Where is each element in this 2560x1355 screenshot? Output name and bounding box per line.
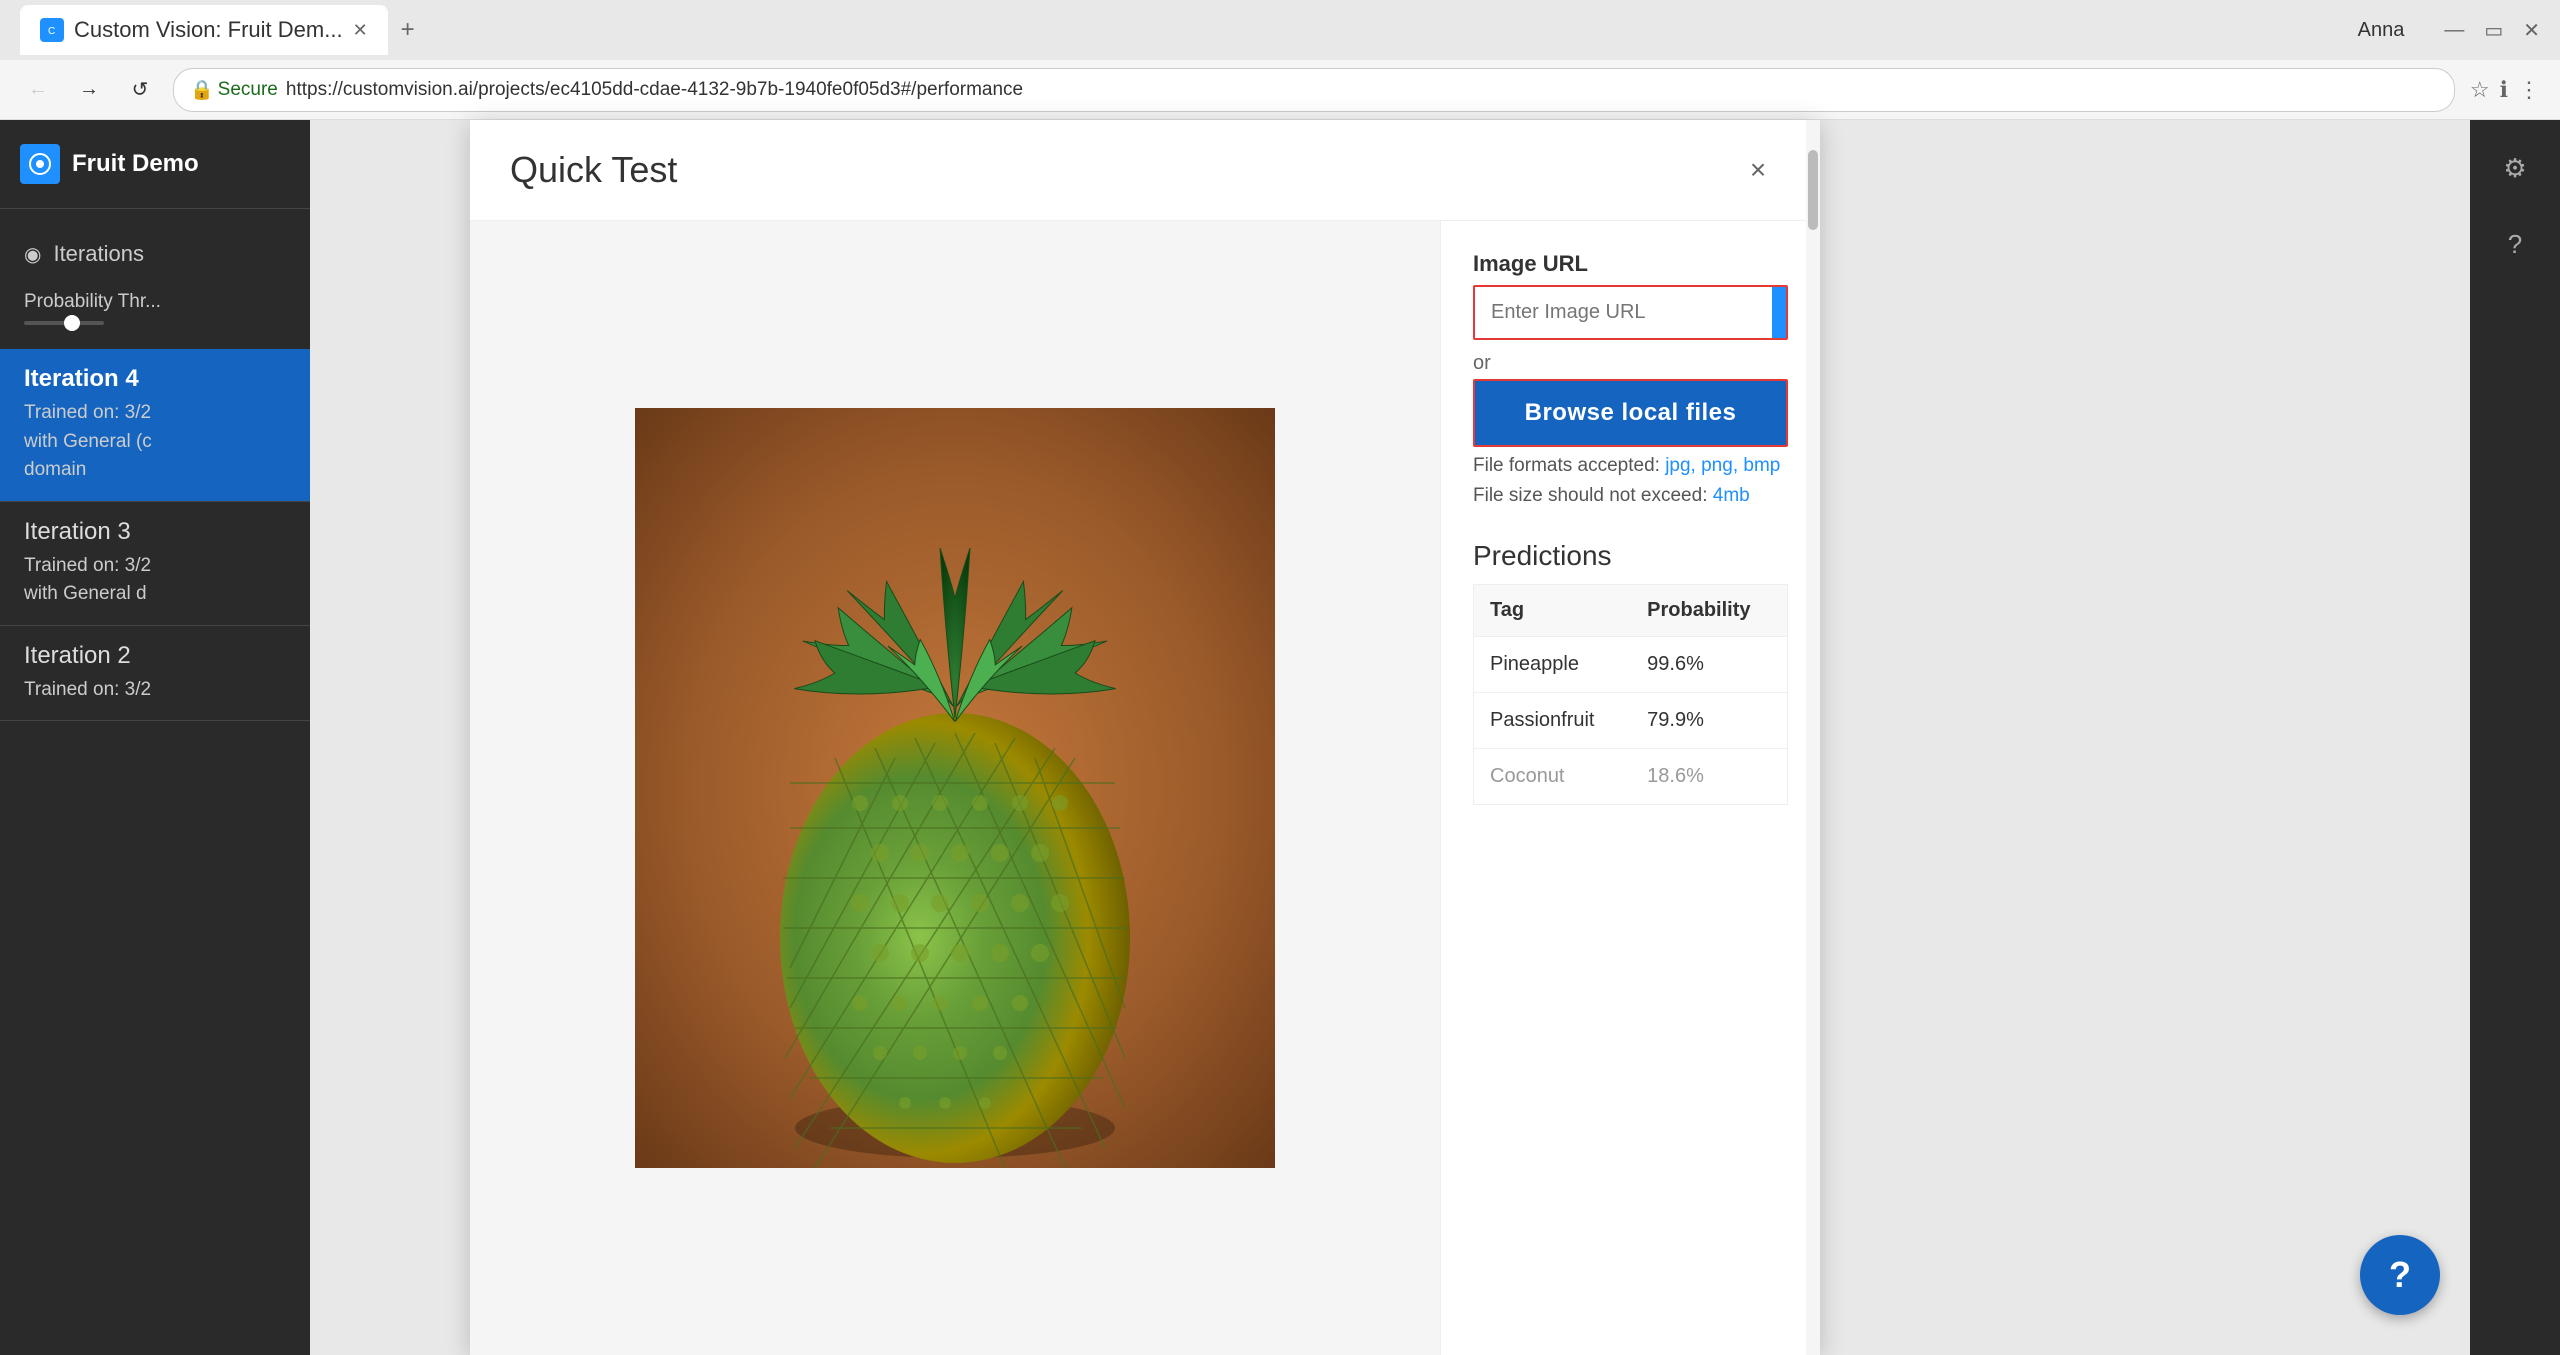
help-icon-button[interactable]: ?: [2487, 216, 2543, 272]
iteration4-detail: Trained on: 3/2 with General (c domain: [24, 399, 286, 485]
settings-icon-button[interactable]: ⚙: [2487, 140, 2543, 196]
help-button[interactable]: ?: [2360, 1235, 2440, 1315]
predictions-scrollbar[interactable]: [1806, 221, 1820, 1355]
image-url-input[interactable]: [1475, 287, 1772, 338]
sidebar-item-iteration4[interactable]: Iteration 4 Trained on: 3/2 with General…: [0, 349, 310, 502]
toolbar-icons: ☆ ℹ ⋮: [2470, 77, 2540, 103]
url-submit-button[interactable]: →: [1772, 287, 1788, 338]
prediction-row: Pineapple99.6%: [1474, 636, 1787, 692]
minimize-button[interactable]: —: [2444, 19, 2464, 42]
app-container: Fruit Demo ◉ Iterations Probability Thr.…: [0, 120, 2560, 1355]
prediction-probability: 99.6%: [1631, 636, 1787, 692]
user-name: Anna: [2358, 19, 2405, 42]
address-bar[interactable]: 🔒 Secure https://customvision.ai/project…: [173, 68, 2455, 112]
back-button[interactable]: ←: [20, 72, 56, 108]
probability-column-header: Probability: [1631, 585, 1787, 637]
reload-button[interactable]: ↺: [122, 72, 158, 108]
sidebar-project-title: Fruit Demo: [72, 150, 199, 178]
browser-titlebar: C Custom Vision: Fruit Dem... ✕ + Anna —…: [0, 0, 2560, 60]
sidebar-item-iteration3[interactable]: Iteration 3 Trained on: 3/2 with General…: [0, 502, 310, 626]
bookmark-icon[interactable]: ☆: [2470, 77, 2490, 103]
forward-button[interactable]: →: [71, 72, 107, 108]
image-url-label: Image URL: [1473, 251, 1788, 277]
predictions-section: Predictions Tag Probability: [1473, 540, 1788, 1325]
file-formats-link[interactable]: jpg, png, bmp: [1665, 455, 1780, 476]
sidebar: Fruit Demo ◉ Iterations Probability Thr.…: [0, 120, 310, 1355]
probability-slider[interactable]: [24, 321, 104, 325]
predictions-header-row: Tag Probability: [1474, 585, 1787, 637]
main-content: Quick Test ×: [310, 120, 2560, 1355]
modal-body: Image URL → or Browse local files: [470, 221, 1820, 1355]
prediction-row: Coconut18.6%: [1474, 748, 1787, 804]
iteration3-detail: Trained on: 3/2 with General d: [24, 552, 286, 609]
scrollbar-thumb: [1808, 221, 1818, 230]
sidebar-item-iteration2[interactable]: Iteration 2 Trained on: 3/2: [0, 626, 310, 722]
predictions-scroll[interactable]: Tag Probability Pineapple99.6%Passionfru…: [1473, 584, 1788, 805]
browser-toolbar: ← → ↺ 🔒 Secure https://customvision.ai/p…: [0, 60, 2560, 120]
prediction-tag: Passionfruit: [1474, 692, 1631, 748]
predictions-title: Predictions: [1473, 540, 1788, 572]
info-icon[interactable]: ℹ: [2500, 77, 2508, 103]
modal-close-button[interactable]: ×: [1736, 148, 1780, 192]
url-input-container: →: [1473, 285, 1788, 340]
browse-local-files-button[interactable]: Browse local files: [1473, 379, 1788, 447]
tag-column-header: Tag: [1474, 585, 1631, 637]
prediction-row: Passionfruit79.9%: [1474, 692, 1787, 748]
file-info: File formats accepted: jpg, png, bmp Fil…: [1473, 451, 1788, 512]
iterations-label: Iterations: [53, 241, 144, 267]
right-panel: Image URL → or Browse local files: [1440, 221, 1820, 1355]
probability-threshold-section: Probability Thr...: [0, 283, 310, 333]
iteration4-name: Iteration 4: [24, 365, 286, 393]
sidebar-logo: [20, 144, 60, 184]
browser-tabs: C Custom Vision: Fruit Dem... ✕ +: [20, 5, 428, 55]
prediction-tag: Coconut: [1474, 748, 1631, 804]
sidebar-right-panel: ⚙ ?: [2470, 120, 2560, 1355]
probability-label: Probability Thr...: [24, 291, 161, 312]
predictions-table: Tag Probability Pineapple99.6%Passionfru…: [1474, 585, 1787, 804]
pineapple-image: [635, 408, 1275, 1168]
tab-close-button[interactable]: ✕: [353, 20, 368, 41]
tab-title: Custom Vision: Fruit Dem...: [74, 17, 343, 43]
url-text: https://customvision.ai/projects/ec4105d…: [286, 79, 1023, 101]
browser-chrome: C Custom Vision: Fruit Dem... ✕ + Anna —…: [0, 0, 2560, 120]
sidebar-item-iterations[interactable]: ◉ Iterations: [0, 225, 310, 283]
menu-icon[interactable]: ⋮: [2518, 77, 2540, 103]
window-controls: Anna — ▭ ✕: [2358, 18, 2540, 43]
iterations-icon: ◉: [24, 242, 41, 267]
image-panel: [470, 221, 1440, 1355]
prediction-probability: 79.9%: [1631, 692, 1787, 748]
sidebar-nav: ◉ Iterations Probability Thr...: [0, 209, 310, 349]
slider-thumb: [64, 315, 80, 331]
browser-tab-active[interactable]: C Custom Vision: Fruit Dem... ✕: [20, 5, 388, 55]
modal-title: Quick Test: [510, 149, 677, 191]
or-divider: or: [1473, 352, 1788, 375]
iteration2-name: Iteration 2: [24, 642, 286, 670]
image-url-section: Image URL → or Browse local files: [1473, 251, 1788, 512]
sidebar-header: Fruit Demo: [0, 120, 310, 209]
iteration2-detail: Trained on: 3/2: [24, 676, 286, 705]
quick-test-modal: Quick Test ×: [470, 120, 1820, 1355]
secure-badge: 🔒 Secure: [190, 78, 278, 102]
prediction-tag: Pineapple: [1474, 636, 1631, 692]
modal-header: Quick Test ×: [470, 120, 1820, 221]
tab-favicon: C: [40, 18, 64, 42]
prediction-probability: 18.6%: [1631, 748, 1787, 804]
close-button[interactable]: ✕: [2523, 18, 2540, 43]
new-tab-button[interactable]: +: [388, 10, 428, 50]
file-size-link[interactable]: 4mb: [1713, 485, 1750, 506]
maximize-button[interactable]: ▭: [2484, 18, 2503, 43]
iteration3-name: Iteration 3: [24, 518, 286, 546]
svg-text:C: C: [48, 26, 55, 37]
